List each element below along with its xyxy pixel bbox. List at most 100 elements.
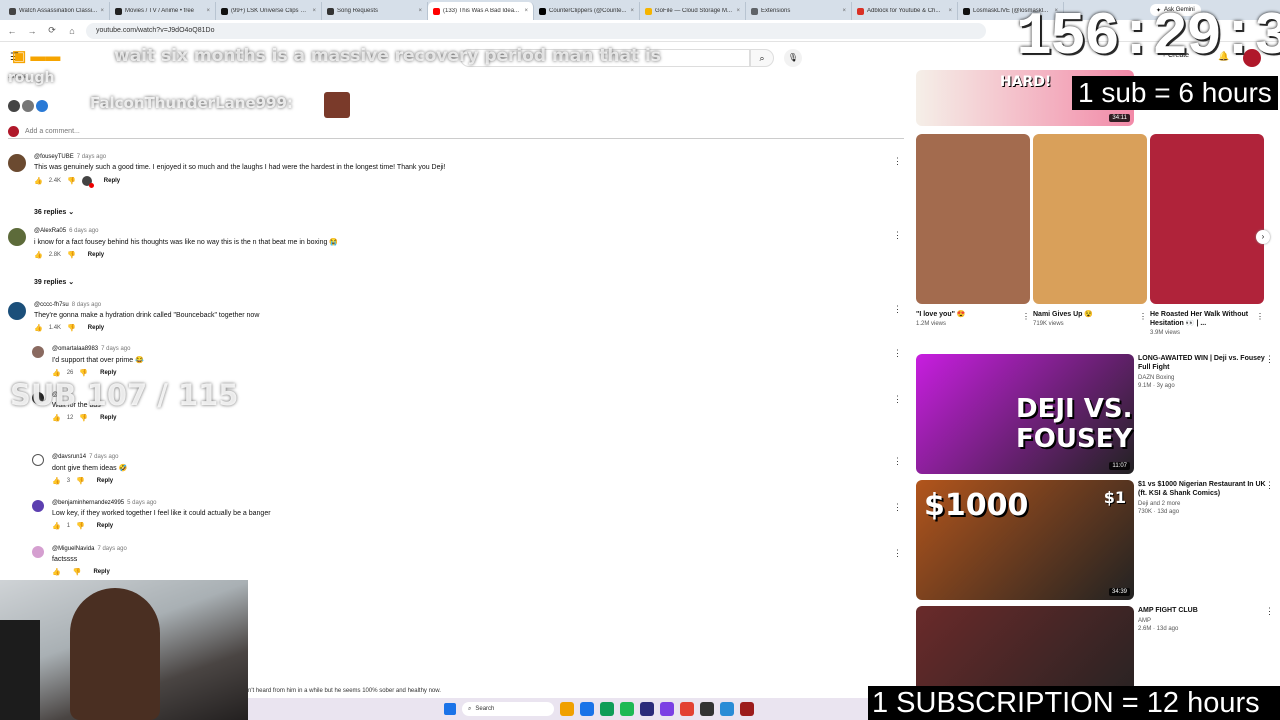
video-title[interactable]: AMP FIGHT CLUB	[1138, 606, 1268, 615]
taskbar-app-icon[interactable]	[720, 702, 734, 716]
video-thumbnail[interactable]: $1000 $1 34:39	[916, 480, 1134, 600]
thumbs-up-icon[interactable]: 👍	[52, 522, 61, 530]
reply-button[interactable]: Reply	[88, 325, 104, 331]
more-vert-icon[interactable]: ⋮	[1265, 354, 1274, 365]
back-arrow-icon[interactable]: ←	[6, 26, 18, 36]
short-card[interactable]: "I love you" 😍 1.2M views ⋮	[916, 134, 1030, 327]
voice-search-button[interactable]: 🎙	[784, 49, 802, 67]
browser-tab[interactable]: (133) This Was A Bad Idea... ×	[428, 2, 534, 20]
more-vert-icon[interactable]: ⋮	[893, 502, 902, 513]
video-title[interactable]: $1 vs $1000 Nigerian Restaurant In UK (f…	[1138, 480, 1268, 498]
related-video-card[interactable]: $1000 $1 34:39 $1 vs $1000 Nigerian Restaur…	[916, 480, 1274, 600]
browser-tab[interactable]: Watch Assassination Classi... ×	[4, 2, 110, 20]
thumbs-down-icon[interactable]: 👎	[67, 251, 76, 259]
close-icon[interactable]: ×	[418, 8, 422, 14]
reply-button[interactable]: Reply	[104, 178, 120, 184]
avatar[interactable]	[8, 302, 26, 320]
replies-toggle[interactable]: 36 replies ⌄	[34, 208, 74, 216]
short-title[interactable]: Nami Gives Up 😵	[1033, 310, 1147, 319]
browser-tab[interactable]: Adblock for Youtube & Ch... ×	[852, 2, 958, 20]
more-vert-icon[interactable]: ⋮	[893, 304, 902, 315]
add-comment-field[interactable]: Add a comment...	[8, 125, 904, 139]
avatar[interactable]	[32, 454, 44, 466]
reply-button[interactable]: Reply	[93, 569, 109, 575]
forward-arrow-icon[interactable]: →	[26, 26, 38, 36]
windows-start-icon[interactable]	[444, 703, 456, 715]
comment-author[interactable]: @fouseyTUBE	[34, 154, 74, 160]
thumbs-down-icon[interactable]: 👎	[76, 477, 85, 485]
more-vert-icon[interactable]: ⋮	[893, 230, 902, 241]
thumbs-down-icon[interactable]: 👎	[79, 414, 88, 422]
reply-button[interactable]: Reply	[88, 252, 104, 258]
browser-tab[interactable]: GoFile — Cloud Storage M... ×	[640, 2, 746, 20]
short-card[interactable]: Nami Gives Up 😵 719K views ⋮	[1033, 134, 1147, 327]
reply-button[interactable]: Reply	[97, 478, 113, 484]
avatar[interactable]	[8, 154, 26, 172]
comment-author[interactable]: @davsrun14	[52, 454, 86, 460]
close-icon[interactable]: ×	[100, 8, 104, 14]
thumbs-up-icon[interactable]: 👍	[34, 324, 43, 332]
close-icon[interactable]: ×	[630, 8, 634, 14]
short-title[interactable]: He Roasted Her Walk Without Hesitation 👀…	[1150, 310, 1264, 328]
avatar[interactable]	[32, 346, 44, 358]
video-title[interactable]: LONG-AWAITED WIN | Deji vs. Fousey Full …	[1138, 354, 1268, 372]
browser-tab[interactable]: (99+) LSK Universe Clips @... ×	[216, 2, 322, 20]
thumbs-down-icon[interactable]: 👎	[79, 369, 88, 377]
short-thumbnail[interactable]	[1033, 134, 1147, 304]
related-video-card[interactable]: DEJI VS. FOUSEY 11:07 LONG-AWAITED WIN | D…	[916, 354, 1274, 474]
avatar[interactable]	[8, 228, 26, 246]
thumbs-up-icon[interactable]: 👍	[52, 369, 61, 377]
taskbar-app-icon[interactable]	[560, 702, 574, 716]
taskbar-app-icon[interactable]	[660, 702, 674, 716]
comment-author[interactable]: @omartalaa8983	[52, 346, 98, 352]
browser-tab[interactable]: Song Requests ×	[322, 2, 428, 20]
more-vert-icon[interactable]: ⋮	[893, 156, 902, 167]
comment-author[interactable]: @benjaminhernandez4995	[52, 500, 124, 506]
thumbs-down-icon[interactable]: 👎	[73, 568, 82, 576]
thumbs-up-icon[interactable]: 👍	[52, 414, 61, 422]
browser-tab[interactable]: Movies / TV / Anime • free ×	[110, 2, 216, 20]
chevron-right-icon[interactable]: ›	[1256, 230, 1270, 244]
mention-avatar[interactable]	[22, 100, 34, 112]
reply-button[interactable]: Reply	[100, 415, 116, 421]
taskbar-app-icon[interactable]	[620, 702, 634, 716]
close-icon[interactable]: ×	[736, 8, 740, 14]
comment-author[interactable]: @MiguelNavida	[52, 546, 94, 552]
search-button[interactable]: ⌕	[750, 49, 774, 67]
taskbar-app-icon[interactable]	[680, 702, 694, 716]
close-icon[interactable]: ×	[312, 8, 316, 14]
channel-name[interactable]: Deji and 2 more	[1138, 501, 1268, 507]
close-icon[interactable]: ×	[206, 8, 210, 14]
thumbs-up-icon[interactable]: 👍	[34, 251, 43, 259]
taskbar-app-icon[interactable]	[580, 702, 594, 716]
close-icon[interactable]: ×	[948, 8, 952, 14]
thumbs-down-icon[interactable]: 👎	[76, 522, 85, 530]
comment-author[interactable]: @cccc-fh7su	[34, 302, 69, 308]
channel-name[interactable]: AMP	[1138, 618, 1268, 624]
close-icon[interactable]: ×	[842, 8, 846, 14]
short-thumbnail[interactable]	[1150, 134, 1264, 304]
taskbar-app-icon[interactable]	[600, 702, 614, 716]
avatar[interactable]	[32, 500, 44, 512]
more-vert-icon[interactable]: ⋮	[1139, 312, 1147, 321]
browser-tab[interactable]: Extensions ×	[746, 2, 852, 20]
thumbs-down-icon[interactable]: 👎	[67, 324, 76, 332]
mention-avatar[interactable]	[8, 100, 20, 112]
more-vert-icon[interactable]: ⋮	[893, 348, 902, 359]
thumbs-up-icon[interactable]: 👍	[52, 477, 61, 485]
avatar[interactable]	[32, 546, 44, 558]
taskbar-app-icon[interactable]	[700, 702, 714, 716]
reload-icon[interactable]: ⟳	[46, 25, 58, 36]
short-thumbnail[interactable]	[916, 134, 1030, 304]
comment-author[interactable]: @AlexRa05	[34, 228, 66, 234]
channel-name[interactable]: DAZN Boxing	[1138, 375, 1268, 381]
mention-avatar[interactable]	[36, 100, 48, 112]
more-vert-icon[interactable]: ⋮	[893, 394, 902, 405]
more-vert-icon[interactable]: ⋮	[893, 456, 902, 467]
taskbar-app-icon[interactable]	[640, 702, 654, 716]
short-title[interactable]: "I love you" 😍	[916, 310, 1030, 319]
home-icon[interactable]: ⌂	[66, 26, 78, 36]
more-vert-icon[interactable]: ⋮	[1022, 312, 1030, 321]
thumbs-up-icon[interactable]: 👍	[52, 568, 61, 576]
more-vert-icon[interactable]: ⋮	[1265, 606, 1274, 617]
